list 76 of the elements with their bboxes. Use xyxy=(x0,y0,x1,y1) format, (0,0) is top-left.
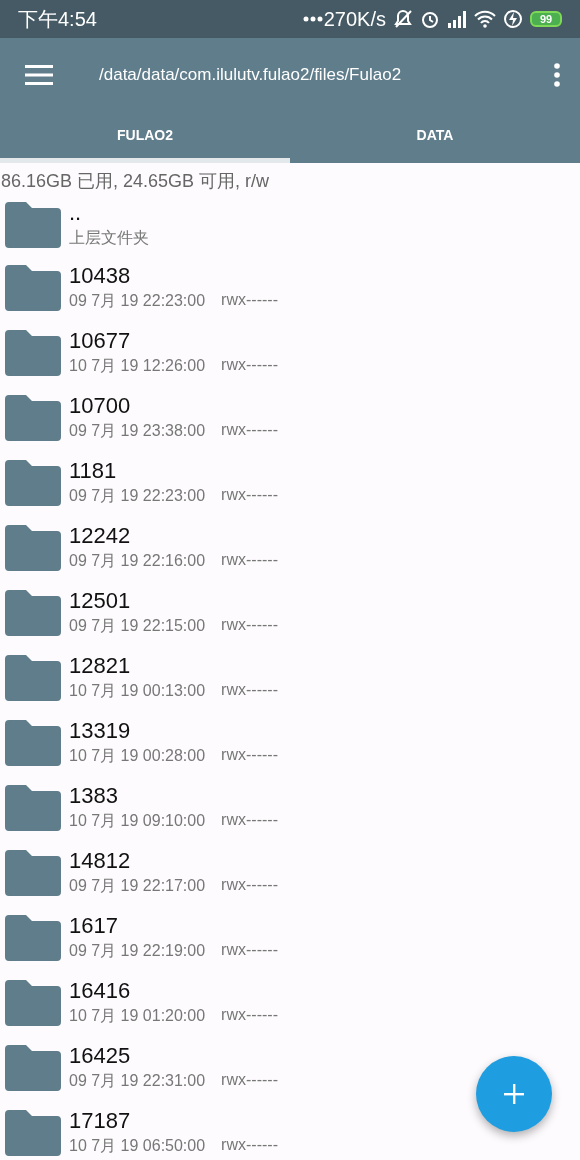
modified-date: 10 7月 19 00:13:00 xyxy=(69,681,206,701)
tab[interactable]: DATA xyxy=(290,112,580,163)
menu-icon[interactable] xyxy=(25,65,53,85)
folder-name[interactable]: 13319 xyxy=(69,718,278,744)
clock-time: 下午4:54 xyxy=(18,6,97,32)
folder-icon xyxy=(5,394,61,441)
permissions: rwx------ xyxy=(221,876,278,895)
modified-date: 10 7月 19 12:26:00 xyxy=(69,356,206,376)
folder-icon xyxy=(5,784,61,831)
modified-date: 09 7月 19 22:23:00 xyxy=(69,291,206,311)
folder-icon xyxy=(5,524,61,571)
folder-name[interactable]: 17187 xyxy=(69,1108,278,1134)
folder-icon xyxy=(5,459,61,506)
folder-name[interactable]: 12242 xyxy=(69,523,278,549)
folder-icon xyxy=(5,654,61,701)
folder-path: /data/data/com.ilulutv.fulao2/files/Fulao2 xyxy=(99,65,403,85)
modified-date: 10 7月 19 01:20:00 xyxy=(69,1006,206,1026)
battery-icon: 99 xyxy=(530,11,562,27)
permissions: rwx------ xyxy=(221,291,278,310)
permissions: rwx------ xyxy=(221,811,278,830)
folder-icon xyxy=(5,329,61,376)
folder-icon xyxy=(5,979,61,1026)
folder-icon xyxy=(5,914,61,961)
folder-name[interactable]: 10700 xyxy=(69,393,278,419)
modified-date: 10 7月 19 09:10:00 xyxy=(69,811,206,831)
folder-icon xyxy=(5,264,61,311)
signal-icon xyxy=(447,10,467,28)
folder-name[interactable]: 12501 xyxy=(69,588,278,614)
charging-icon xyxy=(503,9,523,29)
folder-name[interactable]: 10438 xyxy=(69,263,278,289)
permissions: rwx------ xyxy=(221,1136,278,1155)
permissions: rwx------ xyxy=(221,616,278,635)
permissions: rwx------ xyxy=(221,551,278,570)
parent-folder-label: 上层文件夹 xyxy=(69,228,149,248)
storage-info: 86.16GB 已用, 24.65GB 可用, r/w xyxy=(0,170,271,193)
folder-name[interactable]: 10677 xyxy=(69,328,278,354)
folder-icon xyxy=(5,719,61,766)
add-button[interactable] xyxy=(476,1056,552,1132)
folder-name[interactable]: 1617 xyxy=(69,913,278,939)
muted-bell-icon xyxy=(393,9,413,29)
plus-icon xyxy=(504,1084,524,1104)
permissions: rwx------ xyxy=(221,941,278,960)
modified-date: 09 7月 19 22:31:00 xyxy=(69,1071,206,1091)
folder-icon xyxy=(5,1109,61,1156)
network-speed: 270K/s xyxy=(323,7,386,31)
folder-icon xyxy=(5,589,61,636)
wifi-icon xyxy=(474,10,496,28)
folder-name[interactable]: 1181 xyxy=(69,458,278,484)
modified-date: 09 7月 19 23:38:00 xyxy=(69,421,206,441)
folder-name[interactable]: 16425 xyxy=(69,1043,278,1069)
parent-folder-name[interactable]: .. xyxy=(69,200,149,226)
folder-name[interactable]: 16416 xyxy=(69,978,278,1004)
tab[interactable]: FULAO2 xyxy=(0,112,290,163)
folder-name[interactable]: 14812 xyxy=(69,848,278,874)
permissions: rwx------ xyxy=(221,1006,278,1025)
alarm-icon xyxy=(420,9,440,29)
modified-date: 09 7月 19 22:16:00 xyxy=(69,551,206,571)
permissions: rwx------ xyxy=(221,746,278,765)
permissions: rwx------ xyxy=(221,486,278,505)
modified-date: 09 7月 19 22:15:00 xyxy=(69,616,206,636)
folder-icon xyxy=(5,1044,61,1091)
folder-icon xyxy=(5,849,61,896)
modified-date: 09 7月 19 22:17:00 xyxy=(69,876,206,896)
permissions: rwx------ xyxy=(221,421,278,440)
permissions: rwx------ xyxy=(221,356,278,375)
folder-name[interactable]: 12821 xyxy=(69,653,278,679)
permissions: rwx------ xyxy=(221,681,278,700)
modified-date: 09 7月 19 22:23:00 xyxy=(69,486,206,506)
more-dots-icon xyxy=(302,16,323,22)
modified-date: 10 7月 19 06:50:00 xyxy=(69,1136,206,1156)
modified-date: 10 7月 19 00:28:00 xyxy=(69,746,206,766)
folder-name[interactable]: 1383 xyxy=(69,783,278,809)
folder-icon xyxy=(5,201,61,248)
more-options-icon[interactable] xyxy=(554,63,560,87)
modified-date: 09 7月 19 22:19:00 xyxy=(69,941,206,961)
permissions: rwx------ xyxy=(221,1071,278,1090)
